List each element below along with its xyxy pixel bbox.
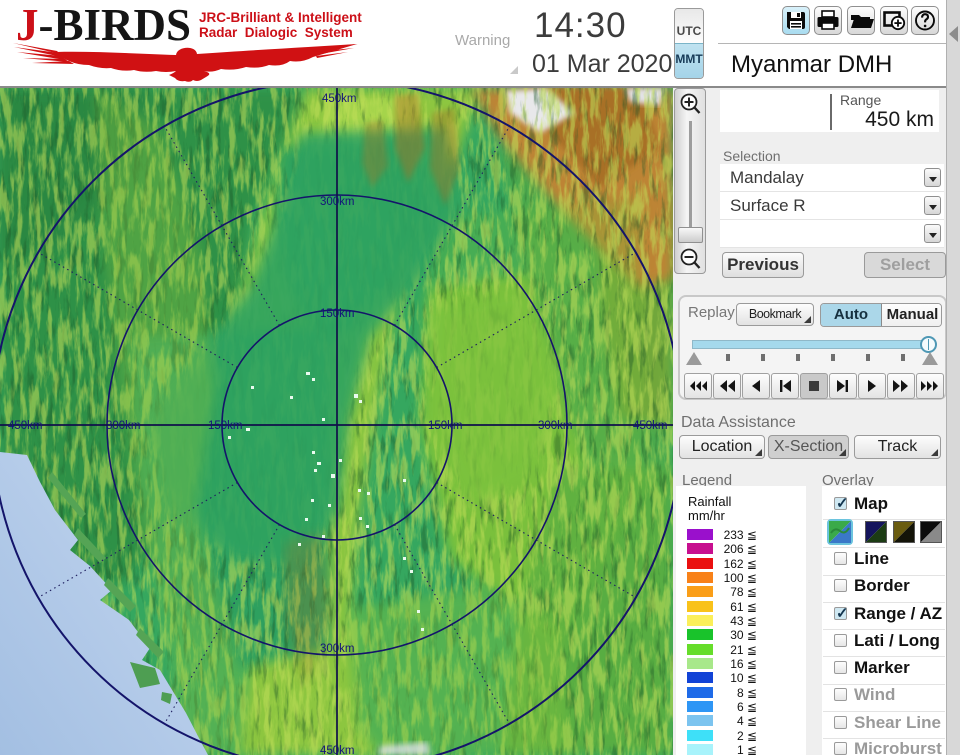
svg-text:150km: 150km — [428, 420, 463, 432]
svg-text:450km: 450km — [320, 745, 355, 755]
svg-text:300km: 300km — [106, 420, 141, 432]
svg-text:Radar Dialogic System: Radar Dialogic System — [199, 25, 353, 40]
svg-text:150km: 150km — [208, 420, 243, 432]
svg-text:450km: 450km — [633, 420, 668, 432]
svg-text:300km: 300km — [538, 420, 573, 432]
svg-text:J-BIRDS: J-BIRDS — [16, 0, 191, 50]
svg-text:300km: 300km — [320, 643, 355, 655]
svg-text:JRC-Brilliant & Intelligent: JRC-Brilliant & Intelligent — [199, 10, 362, 25]
svg-text:150km: 150km — [320, 308, 355, 320]
svg-text:300km: 300km — [320, 196, 355, 208]
svg-text:450km: 450km — [8, 420, 43, 432]
svg-text:450km: 450km — [322, 93, 357, 105]
